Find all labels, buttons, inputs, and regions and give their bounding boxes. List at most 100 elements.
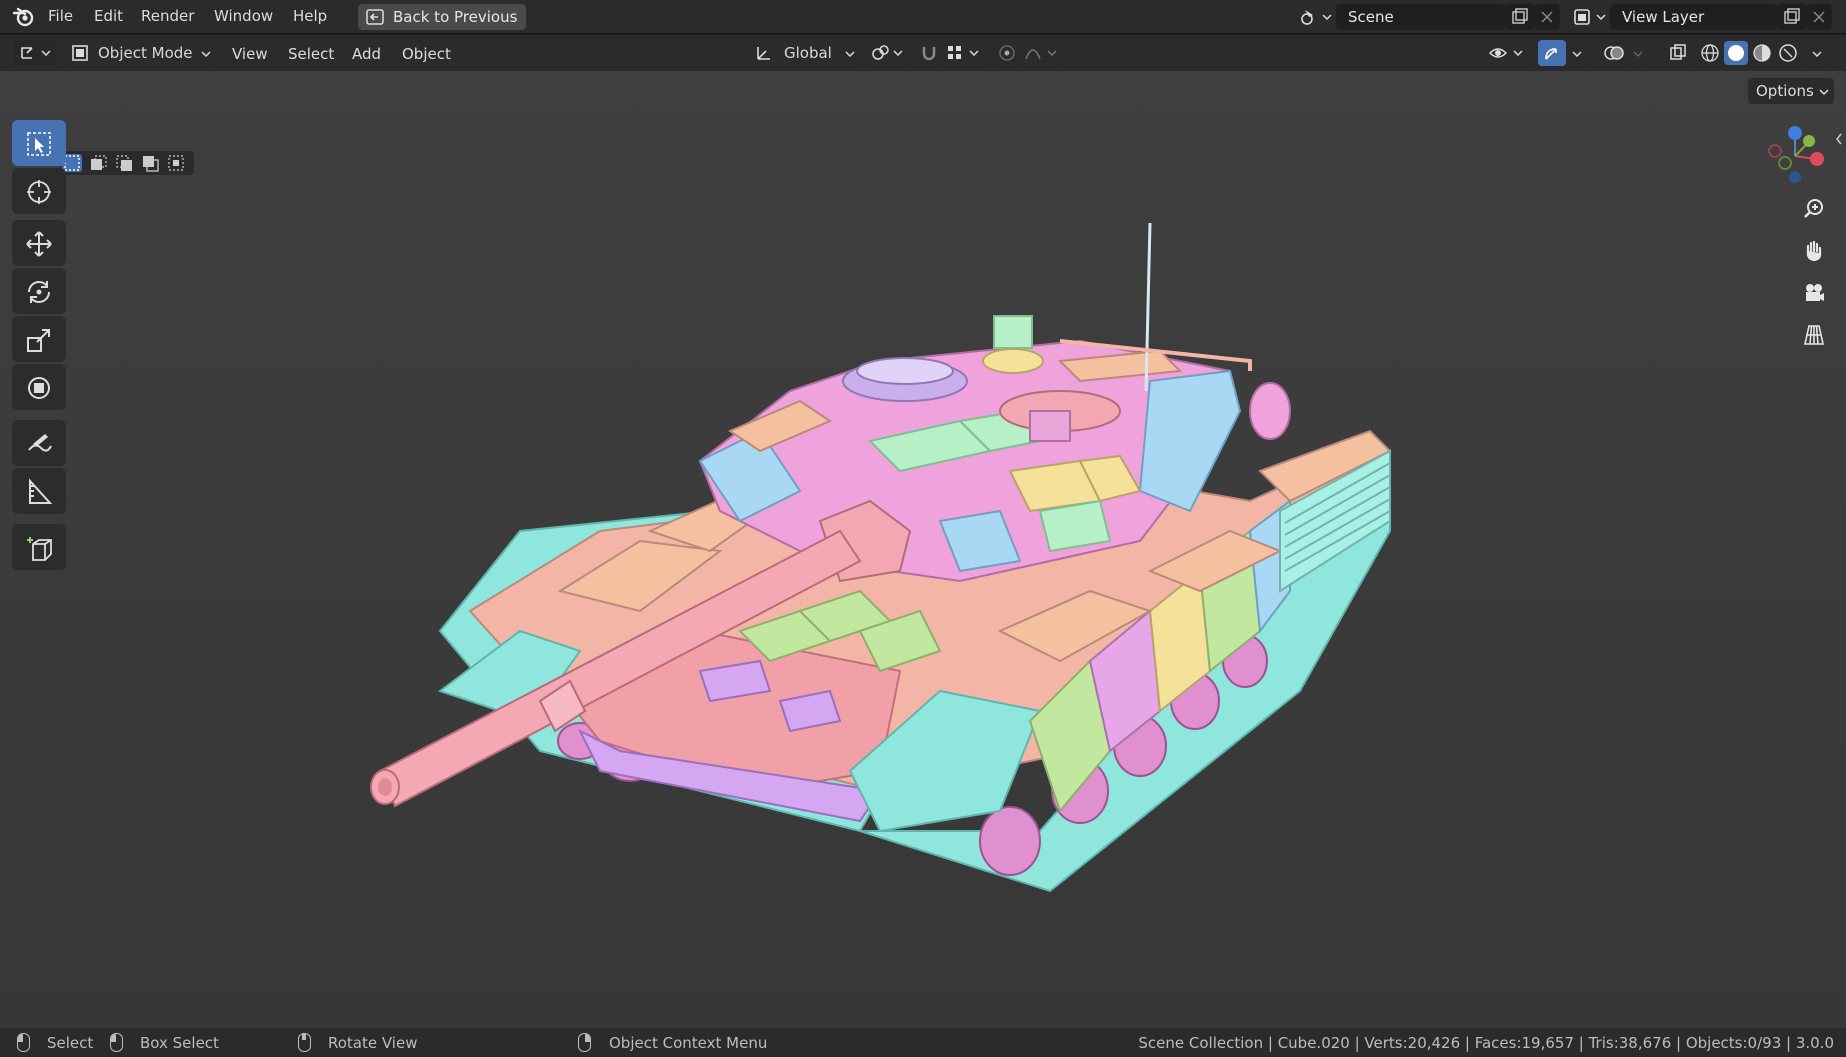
scene-type-dropdown[interactable] [1296, 4, 1336, 30]
back-to-previous-button[interactable]: Back to Previous [358, 4, 526, 30]
scale-icon [27, 329, 50, 352]
move-icon [26, 231, 52, 257]
menu-render[interactable]: Render [141, 7, 194, 25]
chevron-down-icon [845, 51, 855, 58]
select-intersect-button[interactable] [166, 154, 186, 172]
view-layer-type-dropdown[interactable] [1570, 4, 1610, 30]
select-subtract-button[interactable] [114, 154, 134, 172]
select-extend-button[interactable] [88, 154, 108, 172]
blender-logo-icon[interactable] [12, 7, 34, 31]
material-sphere-icon [1753, 44, 1771, 62]
snap-increment-icon [948, 46, 979, 59]
menu-window[interactable]: Window [214, 7, 273, 25]
gizmo-dropdown[interactable] [1566, 40, 1588, 66]
overlays-toggle[interactable] [1600, 40, 1628, 66]
rendered-sphere-icon [1779, 44, 1797, 62]
wireframe-shading-button[interactable] [1698, 41, 1722, 65]
menu-object[interactable]: Object [402, 45, 451, 63]
snap-toggle[interactable] [916, 40, 942, 66]
menu-file[interactable]: File [48, 7, 73, 25]
overlays-icon [1604, 46, 1624, 60]
gizmo-toggle[interactable] [1538, 40, 1566, 66]
select-box-icon [27, 132, 51, 156]
view-layer-name-field[interactable]: View Layer [1610, 4, 1778, 30]
solid-shading-button[interactable] [1724, 41, 1748, 65]
left-mouse-icon [17, 1033, 30, 1052]
tool-annotate[interactable] [12, 420, 66, 466]
shading-mode-group [1694, 40, 1804, 66]
transform-orientation-dropdown[interactable]: Global [750, 40, 860, 66]
solid-sphere-icon [1728, 45, 1744, 61]
chevron-down-icon [1572, 51, 1582, 58]
zoom-view-button[interactable] [1793, 189, 1833, 227]
sidebar-collapse-icon[interactable] [1834, 132, 1844, 146]
tool-rotate[interactable] [12, 268, 66, 314]
menu-view[interactable]: View [232, 45, 268, 63]
material-shading-button[interactable] [1750, 41, 1774, 65]
xray-icon [1670, 44, 1686, 60]
zoom-icon [1804, 199, 1823, 218]
pivot-point-dropdown[interactable] [868, 40, 908, 66]
delete-view-layer-button[interactable] [1806, 4, 1832, 30]
camera-view-button[interactable] [1793, 273, 1833, 311]
tool-move[interactable] [12, 220, 66, 266]
select-subtract-icon [116, 155, 132, 171]
duplicate-icon [1784, 8, 1800, 24]
proportional-icon [999, 45, 1015, 61]
new-view-layer-button[interactable] [1778, 4, 1806, 30]
transform-icon [28, 377, 50, 399]
add-cube-icon [27, 537, 52, 561]
xray-toggle[interactable] [1664, 40, 1692, 66]
orientation-icon [757, 47, 770, 60]
options-dropdown[interactable]: Options [1748, 78, 1834, 104]
menu-help[interactable]: Help [293, 7, 327, 25]
tool-transform[interactable] [12, 364, 66, 410]
tool-add-cube[interactable] [12, 524, 66, 570]
visibility-dropdown[interactable] [1486, 40, 1530, 66]
rotate-icon [28, 281, 50, 303]
middle-mouse-icon [298, 1033, 311, 1052]
menu-select[interactable]: Select [288, 45, 334, 63]
select-difference-icon [143, 156, 159, 172]
rendered-shading-button[interactable] [1776, 41, 1800, 65]
view-layer-name: View Layer [1622, 8, 1705, 26]
tool-cursor[interactable] [12, 168, 66, 214]
scene-statistics: Scene Collection | Cube.020 | Verts:20,4… [1138, 1034, 1834, 1052]
tool-select-box[interactable] [12, 120, 66, 166]
status-rotate-view: Rotate View [328, 1034, 418, 1052]
mode-dropdown[interactable]: Object Mode [64, 40, 216, 66]
status-box-select: Box Select [140, 1034, 219, 1052]
select-extend-icon [91, 155, 107, 170]
proportional-editing-toggle[interactable] [994, 40, 1020, 66]
3d-viewport[interactable]: Options [0, 71, 1846, 1028]
viewport-header: Object Mode View Select Add Object Globa… [0, 35, 1846, 71]
top-menu-bar: File Edit Render Window Help Back to Pre… [0, 0, 1846, 34]
proportional-falloff-dropdown[interactable] [1022, 40, 1064, 66]
select-difference-button[interactable] [140, 154, 160, 172]
shading-dropdown[interactable] [1806, 40, 1828, 66]
snap-target-dropdown[interactable] [944, 40, 988, 66]
pan-view-button[interactable] [1793, 231, 1833, 269]
select-intersect-icon [168, 155, 184, 171]
scene-name-field[interactable]: Scene [1336, 4, 1506, 30]
selection-mode-group [60, 151, 194, 175]
navigation-gizmo[interactable] [1760, 121, 1830, 191]
tool-scale[interactable] [12, 316, 66, 362]
delete-scene-button[interactable] [1534, 4, 1560, 30]
editor-type-dropdown[interactable] [14, 40, 56, 66]
status-bar: Select Box Select Rotate View Object Con… [0, 1028, 1846, 1057]
overlays-dropdown[interactable] [1628, 40, 1648, 66]
close-icon [1541, 11, 1553, 23]
chevron-down-icon [1819, 89, 1829, 96]
view-layer-icon [1574, 9, 1606, 25]
new-scene-button[interactable] [1506, 4, 1534, 30]
menu-edit[interactable]: Edit [94, 7, 123, 25]
perspective-toggle-button[interactable] [1793, 315, 1833, 353]
tank-model[interactable] [0, 71, 1846, 1028]
status-select: Select [47, 1034, 94, 1052]
tool-measure[interactable] [12, 468, 66, 514]
menu-add[interactable]: Add [352, 45, 381, 63]
hand-icon [1806, 240, 1822, 262]
back-arrow-icon [366, 9, 384, 29]
close-icon [1813, 11, 1825, 23]
